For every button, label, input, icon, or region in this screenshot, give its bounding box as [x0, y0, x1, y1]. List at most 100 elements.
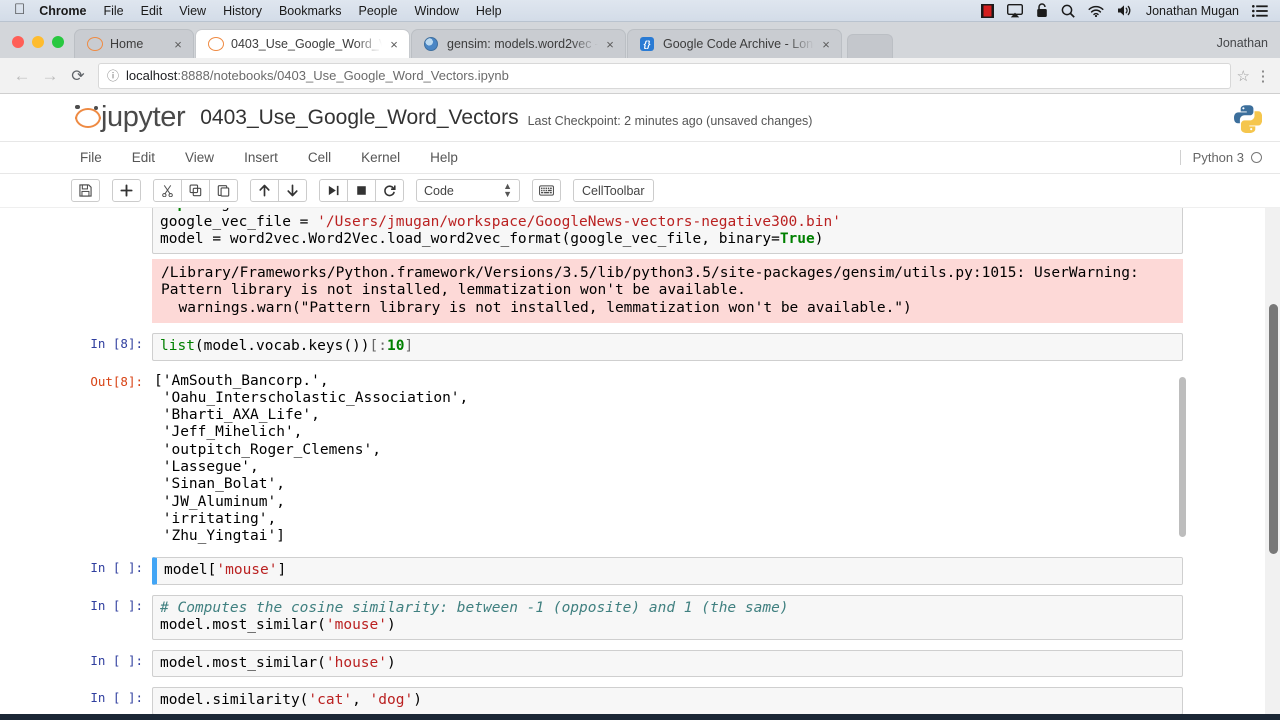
kernel-indicator[interactable]: Python 3 [1179, 150, 1262, 165]
bookmark-star-icon[interactable]: ☆ [1237, 67, 1250, 85]
list-menu-icon[interactable] [1252, 3, 1268, 19]
code-input-area[interactable]: model.similarity('cat', 'dog') [152, 687, 1183, 715]
cell-vocab-keys[interactable]: In [8]: list(model.vocab.keys())[:10] [80, 328, 1183, 366]
code-token: 'cat' [308, 692, 353, 709]
jupyter-menu-file[interactable]: File [80, 150, 102, 165]
os-menu-view[interactable]: View [179, 4, 206, 18]
os-menu-people[interactable]: People [359, 4, 398, 18]
os-menu-chrome[interactable]: Chrome [39, 4, 86, 18]
close-tab-icon[interactable]: × [171, 38, 185, 51]
cell-type-value: Code [424, 183, 454, 198]
page-info-icon[interactable]: ⓘ [107, 67, 119, 84]
toolbar-group-insert [112, 179, 141, 202]
code-input-area[interactable]: list(model.vocab.keys())[:10] [152, 333, 1183, 361]
apple-icon[interactable]:  [14, 2, 25, 17]
browser-tab-3[interactable]: {} Google Code Archive - Long-te × [627, 29, 842, 58]
code-token: as [422, 208, 439, 212]
os-menu-edit[interactable]: Edit [141, 4, 163, 18]
insert-cell-below-button[interactable] [112, 179, 141, 202]
code-token: 'dog' [369, 692, 414, 709]
os-menu-file[interactable]: File [103, 4, 123, 18]
os-menu-help[interactable]: Help [476, 4, 502, 18]
code-token: ] [404, 338, 414, 354]
move-cell-up-button[interactable] [250, 179, 279, 202]
page-scrollbar-thumb[interactable] [1269, 304, 1278, 554]
jupyter-toolbar: Code ▲ ▼ CellToolbar [0, 174, 1280, 208]
browser-tab-title: Home [110, 37, 144, 51]
move-cell-down-button[interactable] [278, 179, 307, 202]
code-input-area[interactable]: import gensim.models.word2vec as word2ve… [152, 208, 1183, 254]
chrome-menu-icon[interactable]: ⋮ [1254, 67, 1272, 85]
browser-tab-1[interactable]: 0403_Use_Google_Word_Vectors × [195, 29, 410, 58]
reload-button[interactable]: ⟳ [64, 66, 92, 86]
back-button[interactable]: ← [8, 66, 36, 86]
cut-cell-button[interactable] [153, 179, 182, 202]
os-menu-history[interactable]: History [223, 4, 262, 18]
close-tab-icon[interactable]: × [603, 38, 617, 51]
stop-kernel-button[interactable] [347, 179, 376, 202]
film-strip-icon[interactable] [980, 3, 994, 19]
code-input-area[interactable]: # Computes the cosine similarity: betwee… [152, 594, 1183, 640]
paste-cell-button[interactable] [209, 179, 238, 202]
url-host: localhost [126, 68, 178, 83]
jupyter-menu-edit[interactable]: Edit [132, 150, 155, 165]
jupyter-logo[interactable]: jupyter [73, 101, 186, 134]
jupyter-menu-view[interactable]: View [185, 150, 214, 165]
forward-button[interactable]: → [36, 66, 64, 86]
checkpoint-status: Last Checkpoint: 2 minutes ago (unsaved … [527, 113, 813, 128]
code-token: ] [277, 562, 287, 579]
code-line: model.most_similar('house') [160, 655, 1178, 673]
maximize-window-button[interactable] [52, 36, 64, 48]
code-token: model.similarity( [160, 692, 309, 709]
output-scrollbar[interactable] [1178, 376, 1187, 538]
os-menu-items: Chrome File Edit View History Bookmarks People… [39, 4, 518, 18]
code-input-area[interactable]: model.most_similar('house') [152, 649, 1183, 678]
close-tab-icon[interactable]: × [819, 38, 833, 51]
os-menu-bookmarks[interactable]: Bookmarks [279, 4, 342, 18]
cell-toolbar-button[interactable]: CellToolbar [573, 179, 654, 202]
new-tab-button[interactable] [847, 34, 893, 58]
minimize-window-button[interactable] [32, 36, 44, 48]
cell-type-select[interactable]: Code ▲ ▼ [416, 179, 520, 202]
cell-most-similar-mouse[interactable]: In [ ]: # Computes the cosine similarity:… [80, 590, 1183, 645]
jupyter-menu-help[interactable]: Help [430, 150, 458, 165]
browser-profile-name[interactable]: Jonathan [1217, 36, 1280, 58]
page-scrollbar[interactable] [1265, 208, 1280, 720]
code-token: ) [814, 231, 824, 247]
selected-cell-wrapper[interactable]: model['mouse'] [152, 557, 1183, 585]
unlocked-padlock-icon[interactable] [1036, 3, 1048, 19]
browser-tab-0[interactable]: Home × [74, 29, 194, 58]
spotlight-search-icon[interactable] [1061, 3, 1075, 19]
kernel-name: Python 3 [1192, 150, 1244, 165]
jupyter-menu-insert[interactable]: Insert [244, 150, 278, 165]
keyboard-shortcuts-button[interactable] [532, 179, 561, 202]
cell-model-mouse[interactable]: In [ ]: model['mouse'] [80, 552, 1183, 590]
browser-tab-2[interactable]: gensim: models.word2vec – De × [411, 29, 626, 58]
close-tab-icon[interactable]: × [387, 38, 401, 51]
restart-kernel-button[interactable] [375, 179, 404, 202]
close-window-button[interactable] [12, 36, 24, 48]
run-cell-button[interactable] [319, 179, 348, 202]
cell-most-similar-house[interactable]: In [ ]: model.most_similar('house') [80, 645, 1183, 683]
macos-user-name[interactable]: Jonathan Mugan [1146, 4, 1239, 18]
wifi-icon[interactable] [1088, 3, 1104, 19]
volume-icon[interactable] [1117, 3, 1133, 19]
airplay-icon[interactable] [1006, 3, 1023, 19]
notebook-title[interactable]: 0403_Use_Google_Word_Vectors [200, 106, 518, 130]
copy-cell-button[interactable] [181, 179, 210, 202]
code-token: word2vec [439, 208, 518, 212]
code-token: list [160, 338, 195, 354]
address-bar[interactable]: ⓘ localhost:8888/notebooks/0403_Use_Goog… [98, 62, 1231, 89]
toolbar-group-move [250, 179, 307, 202]
jupyter-menu-cell[interactable]: Cell [308, 150, 331, 165]
toolbar-group-run [319, 179, 404, 202]
result-text: ['AmSouth_Bancorp.', 'Oahu_Interscholast… [154, 372, 469, 545]
macos-menubar:  Chrome File Edit View History Bookmarks Peop… [0, 0, 1280, 22]
os-menu-window[interactable]: Window [414, 4, 458, 18]
cell-import[interactable]: In [*]:import gensim.models.word2vec as … [80, 208, 1183, 259]
code-input-area[interactable]: model['mouse'] [157, 558, 1182, 584]
jupyter-menu-bar: File Edit View Insert Cell Kernel Help Python … [0, 142, 1280, 174]
notebook-cells-container: In [*]:import gensim.models.word2vec as … [0, 208, 1280, 720]
save-button[interactable] [71, 179, 100, 202]
jupyter-menu-kernel[interactable]: Kernel [361, 150, 400, 165]
